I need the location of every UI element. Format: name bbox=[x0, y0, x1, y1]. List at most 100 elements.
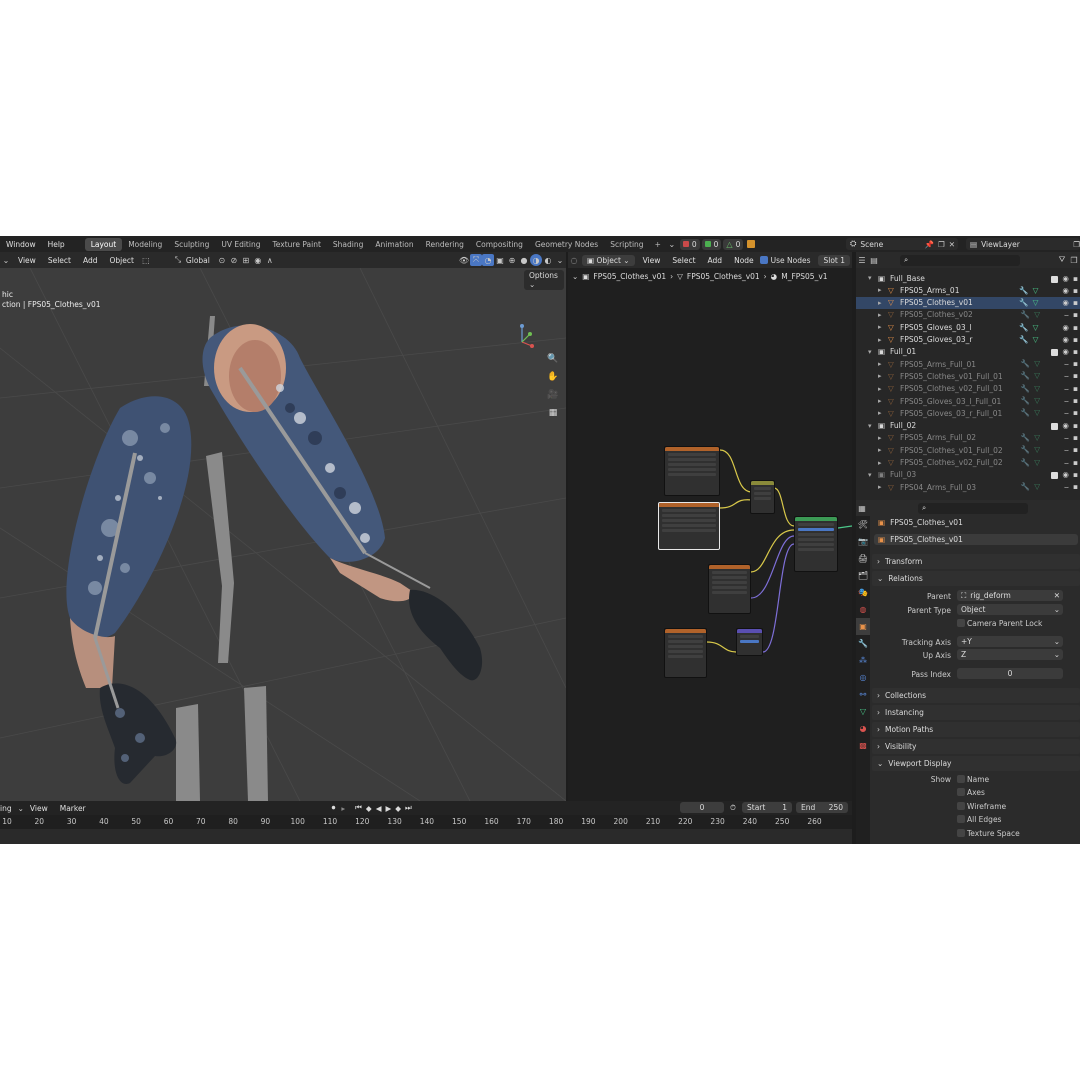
eye-icon[interactable]: ⌣ bbox=[1064, 433, 1069, 443]
collection-checkbox[interactable] bbox=[1051, 472, 1059, 480]
render-camera-icon[interactable]: ▪ bbox=[1073, 433, 1078, 443]
section-instancing[interactable]: › Instancing bbox=[872, 705, 1080, 720]
menu-help[interactable]: Help bbox=[42, 240, 71, 249]
render-camera-icon[interactable]: ▪ bbox=[1073, 359, 1078, 369]
outliner-object[interactable]: ▸ ▽ FPS05_Clothes_v01_Full_01 🔧 ▽ ⌣ ▪ bbox=[856, 370, 1080, 382]
tab-scripting[interactable]: Scripting bbox=[604, 238, 649, 251]
render-camera-icon[interactable]: ▪ bbox=[1073, 335, 1078, 344]
render-camera-icon[interactable]: ▪ bbox=[1073, 310, 1078, 320]
timeline-menu-view[interactable]: View bbox=[24, 804, 54, 813]
physics-icon[interactable]: ◎ bbox=[856, 669, 870, 686]
data-icon[interactable]: ▽ bbox=[856, 703, 870, 720]
outliner-object[interactable]: ▸ ▽ FPS05_Arms_Full_01 🔧 ▽ ⌣ ▪ bbox=[856, 358, 1080, 370]
image-texture-node[interactable] bbox=[664, 446, 720, 496]
outliner-search-input[interactable]: ⌕ bbox=[900, 254, 1020, 266]
node-menu-select[interactable]: Select bbox=[666, 256, 701, 265]
clock-icon[interactable]: ⏱ bbox=[730, 803, 736, 813]
current-frame-field[interactable]: 0 bbox=[680, 802, 724, 813]
parent-field[interactable]: ⛶ rig_deform ✕ bbox=[957, 590, 1063, 601]
chevron-down-icon[interactable]: ▾ bbox=[868, 274, 872, 282]
eye-icon[interactable]: ⌣ bbox=[1064, 458, 1069, 468]
chevron-right-icon[interactable]: ▸ bbox=[878, 286, 882, 294]
tab-rendering[interactable]: Rendering bbox=[420, 238, 470, 251]
eye-icon[interactable]: ◉ bbox=[1062, 286, 1069, 295]
collection-checkbox[interactable] bbox=[1051, 349, 1059, 357]
chevron-right-icon[interactable]: ▸ bbox=[878, 385, 882, 393]
outliner-collection[interactable]: ▾ ▣ Full_03 ◉ ▪ bbox=[856, 469, 1080, 481]
eye-icon[interactable]: ◉ bbox=[1062, 323, 1069, 332]
timeline-menu-playback[interactable]: ing bbox=[0, 804, 18, 813]
chevron-right-icon[interactable]: ▸ bbox=[878, 311, 882, 319]
pin-icon[interactable]: 📌 bbox=[925, 240, 934, 249]
snap-target-icon[interactable]: ⊞ bbox=[240, 254, 252, 266]
constraints-icon[interactable]: ⚯ bbox=[856, 686, 870, 703]
section-collections[interactable]: › Collections bbox=[872, 688, 1080, 703]
falloff-icon[interactable]: ∧ bbox=[264, 254, 276, 266]
show-wireframe-checkbox[interactable] bbox=[957, 802, 965, 810]
eye-icon[interactable]: ◉ bbox=[1062, 298, 1069, 307]
outliner-object[interactable]: ▸ ▽ FPS05_Clothes_v01 🔧 ▽ ◉ ▪ bbox=[856, 296, 1080, 309]
render-camera-icon[interactable]: ▪ bbox=[1073, 396, 1078, 406]
options-button[interactable]: Options ⌄ bbox=[524, 270, 564, 290]
editor-type-icon[interactable]: ◌ bbox=[568, 254, 580, 266]
menu-window[interactable]: Window bbox=[0, 240, 42, 249]
chevron-right-icon[interactable]: ▸ bbox=[878, 446, 882, 454]
eye-icon[interactable]: ⌣ bbox=[1064, 359, 1069, 369]
eye-icon[interactable]: ◉ bbox=[1062, 274, 1069, 283]
eye-icon[interactable]: ⌣ bbox=[1064, 445, 1069, 455]
start-frame-field[interactable]: Start 1 bbox=[742, 802, 792, 813]
pivot-icon[interactable]: ⊙ bbox=[216, 254, 228, 266]
eye-icon[interactable]: ◉ bbox=[1062, 470, 1069, 479]
eye-icon[interactable]: ◉ bbox=[1062, 421, 1069, 430]
grid-view-icon[interactable]: ▦ bbox=[546, 406, 560, 420]
chevron-right-icon[interactable]: ▸ bbox=[878, 459, 882, 467]
tab-texture-paint[interactable]: Texture Paint bbox=[266, 238, 326, 251]
render-camera-icon[interactable]: ▪ bbox=[1073, 371, 1078, 381]
tab-compositing[interactable]: Compositing bbox=[470, 238, 529, 251]
play-reverse-icon[interactable]: ◀ bbox=[376, 804, 382, 813]
render-camera-icon[interactable]: ▪ bbox=[1073, 421, 1078, 430]
proportional-edit-icon[interactable]: ◉ bbox=[252, 254, 264, 266]
section-relations[interactable]: ⌄ Relations bbox=[872, 571, 1080, 586]
properties-search-input[interactable]: ⌕ bbox=[918, 502, 1028, 514]
eye-icon[interactable]: ◉ bbox=[1062, 335, 1069, 344]
xray-icon[interactable]: ▣ bbox=[494, 254, 506, 266]
viewport-menu-object[interactable]: Object bbox=[103, 256, 139, 265]
render-camera-icon[interactable]: ▪ bbox=[1073, 408, 1078, 418]
outliner-object[interactable]: ▸ ▽ FPS05_Clothes_v02 🔧 ▽ ⌣ ▪ bbox=[856, 309, 1080, 321]
show-name-checkbox[interactable] bbox=[957, 775, 965, 783]
shader-node-editor[interactable]: ⌄ ▣ FPS05_Clothes_v01 › ▽ FPS05_Clothes_… bbox=[568, 268, 852, 801]
jump-start-icon[interactable]: ⏮ bbox=[355, 803, 362, 813]
object-mode-dropdown[interactable]: ▣ Object ⌄ bbox=[582, 254, 635, 266]
keying-icon[interactable]: ▸ bbox=[341, 804, 345, 813]
render-camera-icon[interactable]: ▪ bbox=[1073, 482, 1078, 492]
chevron-right-icon[interactable]: ▸ bbox=[878, 299, 882, 307]
tool-icon[interactable]: 🛠 bbox=[856, 516, 870, 533]
chevron-right-icon[interactable]: ▸ bbox=[878, 483, 882, 491]
add-workspace-button[interactable]: + bbox=[650, 240, 666, 249]
image-texture-node-3[interactable] bbox=[664, 628, 707, 678]
section-viewport-display[interactable]: ⌄ Viewport Display bbox=[872, 756, 1080, 771]
outliner-object[interactable]: ▸ ▽ FPS05_Clothes_v02_Full_02 🔧 ▽ ⌣ ▪ bbox=[856, 457, 1080, 469]
chevron-right-icon[interactable]: ▸ bbox=[878, 360, 882, 368]
scene-selector[interactable]: ⛭ Scene 📌 ❐ ✕ bbox=[846, 238, 958, 250]
tab-sculpting[interactable]: Sculpting bbox=[168, 238, 215, 251]
gizmo-toggle-icon[interactable]: ⤧ bbox=[470, 254, 482, 266]
scene-icon[interactable]: 🎭 bbox=[856, 584, 870, 601]
output-icon[interactable]: 🖨 bbox=[856, 550, 870, 567]
camera-parent-lock-checkbox[interactable] bbox=[957, 619, 965, 627]
timeline-track[interactable] bbox=[0, 829, 852, 844]
render-camera-icon[interactable]: ▪ bbox=[1073, 458, 1078, 468]
outliner-object[interactable]: ▸ ▽ FPS05_Gloves_03_l_Full_01 🔧 ▽ ⌣ ▪ bbox=[856, 395, 1080, 407]
overlay-toggle-icon[interactable]: ◔ bbox=[482, 254, 494, 266]
record-icon[interactable]: ⏺ bbox=[332, 803, 336, 813]
chevron-down-icon[interactable]: ▾ bbox=[868, 422, 872, 430]
viewport-menu-select[interactable]: Select bbox=[42, 256, 77, 265]
shading-material-icon[interactable]: ◑ bbox=[530, 254, 542, 266]
close-icon[interactable]: ✕ bbox=[949, 240, 958, 249]
camera-icon[interactable]: 🎥 bbox=[546, 388, 560, 402]
particles-icon[interactable]: ⁂ bbox=[856, 652, 870, 669]
visibility-icon[interactable]: 👁 bbox=[458, 254, 470, 266]
clear-icon[interactable]: ✕ bbox=[1054, 591, 1063, 600]
shading-rendered-icon[interactable]: ◐ bbox=[542, 254, 554, 266]
